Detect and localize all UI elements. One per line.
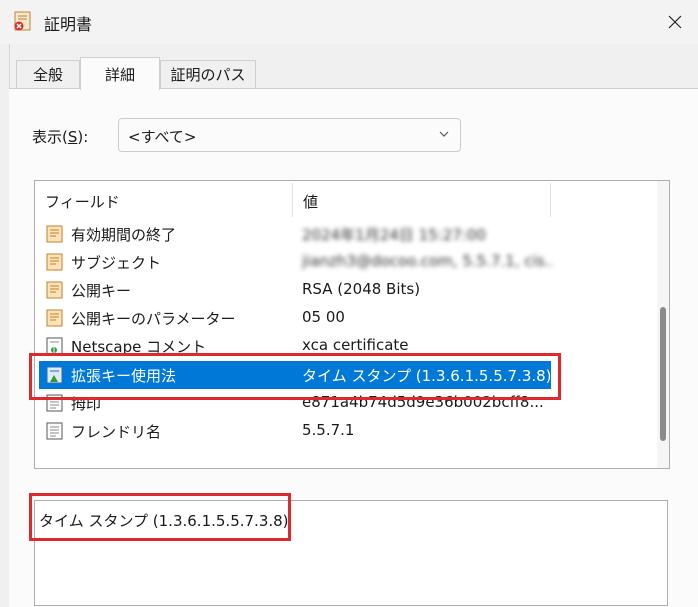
tab-label: 詳細	[104, 65, 135, 84]
field-value: 05 00	[302, 308, 345, 326]
document-icon	[46, 394, 63, 412]
list-item-selected[interactable]: 拡張キー使用法 タイム スタンプ (1.3.6.1.5.5.7.3.8)	[39, 361, 552, 389]
show-dropdown[interactable]: <すべて>	[118, 118, 461, 152]
tab-details[interactable]: 詳細	[80, 57, 160, 90]
field-value-detail[interactable]: タイム スタンプ (1.3.6.1.5.5.7.3.8)	[34, 500, 668, 606]
column-separator[interactable]	[292, 183, 293, 217]
field-value: e871a4b74d5d9e36b002bcff8...	[302, 393, 544, 411]
tab-general[interactable]: 全般	[16, 60, 80, 88]
scrollbar-thumb[interactable]	[660, 307, 666, 441]
certificate-field-icon	[46, 225, 63, 243]
field-value-detail-text: タイム スタンプ (1.3.6.1.5.5.7.3.8)	[39, 512, 289, 530]
field-value: 5.5.7.1	[302, 421, 355, 439]
certificate-field-icon	[46, 253, 63, 271]
field-value: RSA (2048 Bits)	[302, 280, 421, 298]
field-name: 拡張キー使用法	[71, 367, 177, 385]
tab-label: 証明のパス	[170, 66, 246, 84]
field-value: xca certificate	[302, 336, 409, 354]
show-label-prefix: 表示(	[32, 128, 68, 146]
show-label-accesskey: S	[67, 128, 78, 146]
list-item[interactable]: 公開キーのパラメーター 05 00	[35, 304, 651, 332]
certificate-field-icon	[46, 309, 63, 327]
show-label: 表示(S):	[32, 126, 88, 147]
field-list[interactable]: フィールド 値 有効期間の終了 2024年1月24日 15:27:00 サブジェ…	[34, 180, 670, 469]
list-item[interactable]: フレンドリ名 5.5.7.1	[35, 417, 651, 445]
show-label-suffix: ):	[77, 128, 89, 146]
field-name: サブジェクト	[71, 254, 162, 272]
column-header-field[interactable]: フィールド	[45, 191, 120, 212]
title-bar: 証明書	[0, 0, 698, 44]
field-name: 公開キーのパラメーター	[71, 310, 236, 328]
chevron-down-icon	[439, 131, 449, 137]
list-item[interactable]: 有効期間の終了 2024年1月24日 15:27:00	[35, 220, 651, 248]
field-name: 拇印	[71, 395, 102, 413]
list-item[interactable]: サブジェクト jianzh3@docoo.com, 5.5.7.1, cis..…	[35, 248, 651, 276]
certificate-field-icon	[46, 281, 63, 299]
field-name: 有効期間の終了	[71, 226, 177, 244]
show-dropdown-value: <すべて>	[128, 128, 197, 146]
field-name: フレンドリ名	[71, 423, 162, 441]
close-icon	[668, 15, 682, 29]
field-name: 公開キー	[71, 282, 132, 300]
list-item[interactable]: 公開キー RSA (2048 Bits)	[35, 276, 651, 304]
window-title: 証明書	[44, 15, 93, 34]
field-value: 2024年1月24日 15:27:00	[302, 226, 486, 244]
field-name: Netscape コメント	[71, 338, 207, 356]
column-header-value[interactable]: 値	[303, 191, 318, 212]
certificate-extension-icon	[46, 366, 63, 384]
column-separator[interactable]	[550, 183, 551, 217]
list-item[interactable]: Netscape コメント xca certificate	[35, 332, 651, 360]
vertical-scrollbar[interactable]	[657, 181, 669, 468]
tab-label: 全般	[32, 66, 63, 84]
list-header: フィールド 値	[35, 181, 657, 217]
certificate-icon	[14, 11, 31, 31]
document-icon	[46, 422, 63, 440]
list-item[interactable]: 拇印 e871a4b74d5d9e36b002bcff8...	[35, 389, 651, 417]
tab-certification-path[interactable]: 証明のパス	[160, 60, 256, 88]
certificate-extension-icon	[46, 337, 63, 355]
field-value: jianzh3@docoo.com, 5.5.7.1, cis...	[302, 252, 552, 270]
field-value: タイム スタンプ (1.3.6.1.5.5.7.3.8)	[302, 367, 552, 385]
close-button[interactable]	[652, 0, 698, 44]
